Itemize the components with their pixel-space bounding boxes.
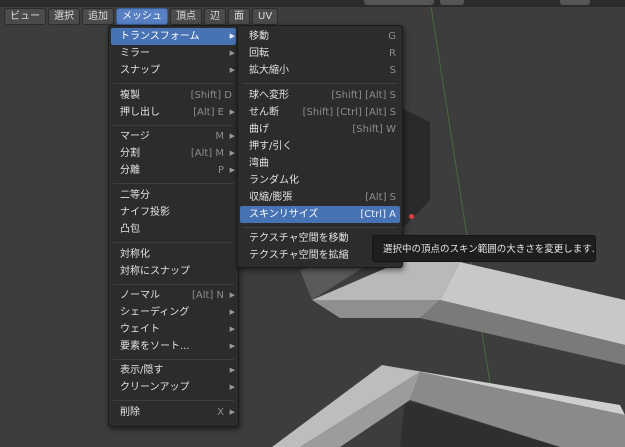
submenu-arrow-icon: ▶ bbox=[229, 49, 235, 57]
menu-item-normals[interactable]: ノーマル [Alt] N ▶ bbox=[111, 287, 236, 304]
menu-item-delete[interactable]: 削除 X ▶ bbox=[111, 404, 236, 421]
menu-item-bisect[interactable]: 二等分 bbox=[111, 187, 236, 204]
menu-item-shrink-fatten[interactable]: 収縮/膨張 [Alt] S bbox=[240, 189, 400, 206]
menu-item-bend[interactable]: 曲げ [Shift] W bbox=[240, 121, 400, 138]
transform-submenu: 移動 G 回転 R 拡大縮小 S 球へ変形 [Shift] [Alt] S せん断 [Sh… bbox=[237, 25, 403, 268]
menu-item-shear[interactable]: せん断 [Shift] [Ctrl] [Alt] S bbox=[240, 104, 400, 121]
menu-item-to-sphere[interactable]: 球へ変形 [Shift] [Alt] S bbox=[240, 87, 400, 104]
menu-face[interactable]: 面 bbox=[228, 8, 250, 25]
menu-item-duplicate[interactable]: 複製 [Shift] D bbox=[111, 87, 236, 104]
menu-item-merge[interactable]: マージ M ▶ bbox=[111, 128, 236, 145]
menu-item-convex-hull[interactable]: 凸包 bbox=[111, 221, 236, 238]
menu-uv[interactable]: UV bbox=[252, 8, 279, 25]
menu-item-randomize[interactable]: ランダム化 bbox=[240, 172, 400, 189]
menu-item-move[interactable]: 移動 G bbox=[240, 28, 400, 45]
menu-item-mirror[interactable]: ミラー ▶ bbox=[111, 45, 236, 62]
submenu-arrow-icon: ▶ bbox=[229, 408, 235, 416]
menu-add[interactable]: 追加 bbox=[82, 8, 114, 25]
menu-item-transform[interactable]: トランスフォーム ▶ bbox=[111, 28, 236, 45]
menu-item-snap[interactable]: スナップ ▶ bbox=[111, 62, 236, 79]
submenu-arrow-icon: ▶ bbox=[229, 66, 235, 74]
tooltip: 選択中の頂点のスキン範囲の大きさを変更します. bbox=[372, 235, 596, 262]
mouse-cursor-dot bbox=[409, 214, 414, 219]
submenu-arrow-icon: ▶ bbox=[229, 32, 235, 40]
submenu-arrow-icon: ▶ bbox=[229, 366, 235, 374]
menu-item-separate[interactable]: 分離 P ▶ bbox=[111, 162, 236, 179]
menu-mesh[interactable]: メッシュ bbox=[116, 8, 168, 25]
top-bar-control[interactable] bbox=[364, 0, 434, 5]
top-bar-control[interactable] bbox=[440, 0, 464, 5]
menu-item-warp[interactable]: 湾曲 bbox=[240, 155, 400, 172]
menu-separator bbox=[113, 359, 234, 360]
menu-separator bbox=[113, 125, 234, 126]
menu-item-snap-to-symmetry[interactable]: 対称にスナップ bbox=[111, 263, 236, 280]
submenu-arrow-icon: ▶ bbox=[229, 325, 235, 333]
menu-item-weights[interactable]: ウェイト ▶ bbox=[111, 321, 236, 338]
menu-item-symmetrize[interactable]: 対称化 bbox=[111, 246, 236, 263]
menu-separator bbox=[113, 183, 234, 184]
top-bar bbox=[0, 0, 625, 7]
menu-item-split[interactable]: 分割 [Alt] M ▶ bbox=[111, 145, 236, 162]
menu-separator bbox=[113, 400, 234, 401]
menu-separator bbox=[113, 83, 234, 84]
menu-item-show-hide[interactable]: 表示/隠す ▶ bbox=[111, 362, 236, 379]
menu-separator bbox=[113, 284, 234, 285]
menu-edge[interactable]: 辺 bbox=[204, 8, 226, 25]
submenu-arrow-icon: ▶ bbox=[229, 291, 235, 299]
menu-vertex[interactable]: 頂点 bbox=[170, 8, 202, 25]
menu-select[interactable]: 選択 bbox=[48, 8, 80, 25]
submenu-arrow-icon: ▶ bbox=[229, 149, 235, 157]
menu-item-sort-elements[interactable]: 要素をソート... ▶ bbox=[111, 338, 236, 355]
menu-view[interactable]: ビュー bbox=[4, 8, 46, 25]
submenu-arrow-icon: ▶ bbox=[229, 308, 235, 316]
top-bar-control[interactable] bbox=[560, 0, 590, 5]
menu-item-shading[interactable]: シェーディング ▶ bbox=[111, 304, 236, 321]
menu-item-extrude[interactable]: 押し出し [Alt] E ▶ bbox=[111, 104, 236, 121]
menu-item-scale[interactable]: 拡大縮小 S bbox=[240, 62, 400, 79]
menu-item-skin-resize[interactable]: スキンリサイズ [Ctrl] A bbox=[240, 206, 400, 223]
submenu-arrow-icon: ▶ bbox=[229, 132, 235, 140]
submenu-arrow-icon: ▶ bbox=[229, 108, 235, 116]
menu-separator bbox=[242, 227, 398, 228]
mesh-dropdown-menu: トランスフォーム ▶ ミラー ▶ スナップ ▶ 複製 [Shift] D 押し出し [Al… bbox=[108, 25, 239, 427]
header-menu-bar: ビュー 選択 追加 メッシュ 頂点 辺 面 UV bbox=[4, 8, 279, 25]
submenu-arrow-icon: ▶ bbox=[229, 383, 235, 391]
menu-item-push-pull[interactable]: 押す/引く bbox=[240, 138, 400, 155]
menu-separator bbox=[242, 83, 398, 84]
submenu-arrow-icon: ▶ bbox=[229, 342, 235, 350]
menu-separator bbox=[113, 242, 234, 243]
menu-item-knife-project[interactable]: ナイフ投影 bbox=[111, 204, 236, 221]
menu-item-clean-up[interactable]: クリーンアップ ▶ bbox=[111, 379, 236, 396]
menu-item-rotate[interactable]: 回転 R bbox=[240, 45, 400, 62]
submenu-arrow-icon: ▶ bbox=[229, 166, 235, 174]
